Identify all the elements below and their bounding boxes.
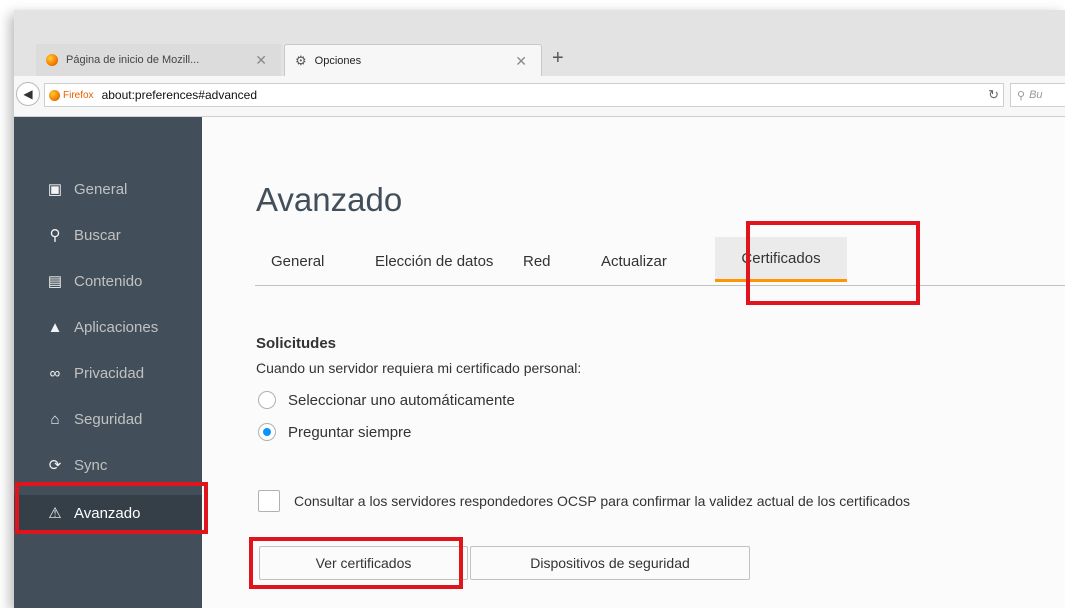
sidebar-item-label: Contenido — [74, 272, 143, 290]
gear-icon: ⚙ — [295, 52, 307, 68]
tab-mozilla-home[interactable]: Página de inicio de Mozill... ✕ — [36, 44, 281, 76]
tab-strip: Página de inicio de Mozill... ✕ ⚙ Opcion… — [14, 10, 1065, 77]
close-icon[interactable]: ✕ — [255, 52, 267, 69]
security-devices-button[interactable]: Dispositivos de seguridad — [470, 546, 750, 580]
arrow-left-icon: ◀ — [23, 87, 33, 101]
sidebar-item-label: Sync — [74, 456, 108, 474]
reload-icon[interactable]: ↻ — [988, 87, 999, 103]
sidebar-item-privacidad[interactable]: ∞ Privacidad — [14, 355, 202, 391]
sync-icon: ⟳ — [48, 457, 62, 474]
radio-button[interactable] — [258, 391, 276, 409]
view-certificates-button[interactable]: Ver certificados — [259, 546, 468, 580]
search-icon: ⚲ — [49, 227, 61, 244]
close-icon[interactable]: ✕ — [515, 53, 527, 70]
ocsp-label: Consultar a los servidores respondedores… — [294, 493, 911, 509]
document-icon: ▤ — [47, 273, 63, 290]
radio-button[interactable] — [258, 423, 276, 441]
sidebar-item-label: Avanzado — [74, 504, 141, 522]
sidebar-item-buscar[interactable]: ⚲ Buscar — [14, 217, 202, 253]
sidebar-item-label: General — [74, 180, 128, 198]
tab-general[interactable]: General — [271, 253, 324, 270]
sidebar-item-contenido[interactable]: ▤ Contenido — [14, 263, 202, 299]
sidebar-item-sync[interactable]: ⟳ Sync — [14, 447, 202, 483]
general-icon: ▣ — [47, 181, 63, 198]
radio-ask-always[interactable]: Preguntar siempre — [258, 423, 411, 441]
tab-title: Opciones — [314, 54, 362, 67]
sidebar-item-seguridad[interactable]: ⌂ Seguridad — [14, 401, 202, 437]
url-bar[interactable]: Firefox about:preferences#advanced ↻ — [44, 83, 1004, 107]
sidebar-item-avanzado[interactable]: ⚠ Avanzado — [14, 495, 202, 531]
back-button[interactable]: ◀ — [16, 82, 40, 106]
page-title: Avanzado — [256, 181, 403, 218]
sidebar-item-label: Buscar — [74, 226, 121, 244]
sidebar-item-label: Seguridad — [74, 410, 143, 428]
tab-red[interactable]: Red — [523, 253, 551, 270]
tab-certificados[interactable]: Certificados — [715, 237, 847, 282]
radio-label: Preguntar siempre — [288, 423, 412, 441]
identity-box[interactable]: Firefox — [45, 89, 94, 101]
sidebar-item-general[interactable]: ▣ General — [14, 171, 202, 207]
identity-label: Firefox — [63, 89, 94, 101]
search-bar[interactable]: ⚲ Bu — [1010, 83, 1065, 107]
lock-icon: ⌂ — [50, 410, 60, 428]
section-description: Cuando un servidor requiera mi certifica… — [256, 360, 582, 376]
tab-actualizar[interactable]: Actualizar — [601, 253, 667, 270]
sidebar-item-aplicaciones[interactable]: ▲ Aplicaciones — [14, 309, 202, 345]
radio-label: Seleccionar uno automáticamente — [288, 391, 515, 409]
advanced-tabs: General Elección de datos Red Actualizar… — [255, 233, 1065, 286]
tab-eleccion-datos[interactable]: Elección de datos — [375, 253, 493, 270]
radio-select-auto[interactable]: Seleccionar uno automáticamente — [258, 391, 515, 409]
browser-window: Página de inicio de Mozill... ✕ ⚙ Opcion… — [14, 10, 1065, 608]
search-icon: ⚲ — [1017, 89, 1026, 102]
tab-title: Página de inicio de Mozill... — [66, 54, 200, 66]
section-title: Solicitudes — [256, 335, 337, 352]
new-tab-button[interactable]: + — [552, 48, 564, 68]
sidebar-item-label: Privacidad — [74, 364, 145, 382]
navigation-bar: ◀ Firefox about:preferences#advanced ↻ ⚲… — [14, 76, 1065, 117]
advanced-icon: ⚠ — [48, 505, 62, 522]
firefox-icon — [49, 89, 60, 101]
search-placeholder: Bu — [1029, 89, 1043, 101]
url-text: about:preferences#advanced — [101, 88, 258, 102]
preferences-content: Avanzado General Elección de datos Red A… — [202, 117, 1065, 608]
ocsp-option[interactable]: Consultar a los servidores respondedores… — [258, 490, 910, 512]
ocsp-checkbox[interactable] — [258, 490, 280, 512]
preferences-sidebar: ▣ General ⚲ Buscar ▤ Contenido ▲ Aplicac… — [14, 117, 202, 608]
firefox-icon — [46, 54, 58, 66]
rocket-icon: ▲ — [47, 318, 63, 336]
mask-icon: ∞ — [49, 364, 61, 382]
tab-opciones[interactable]: ⚙ Opciones ✕ — [284, 44, 542, 76]
sidebar-item-label: Aplicaciones — [74, 318, 159, 336]
